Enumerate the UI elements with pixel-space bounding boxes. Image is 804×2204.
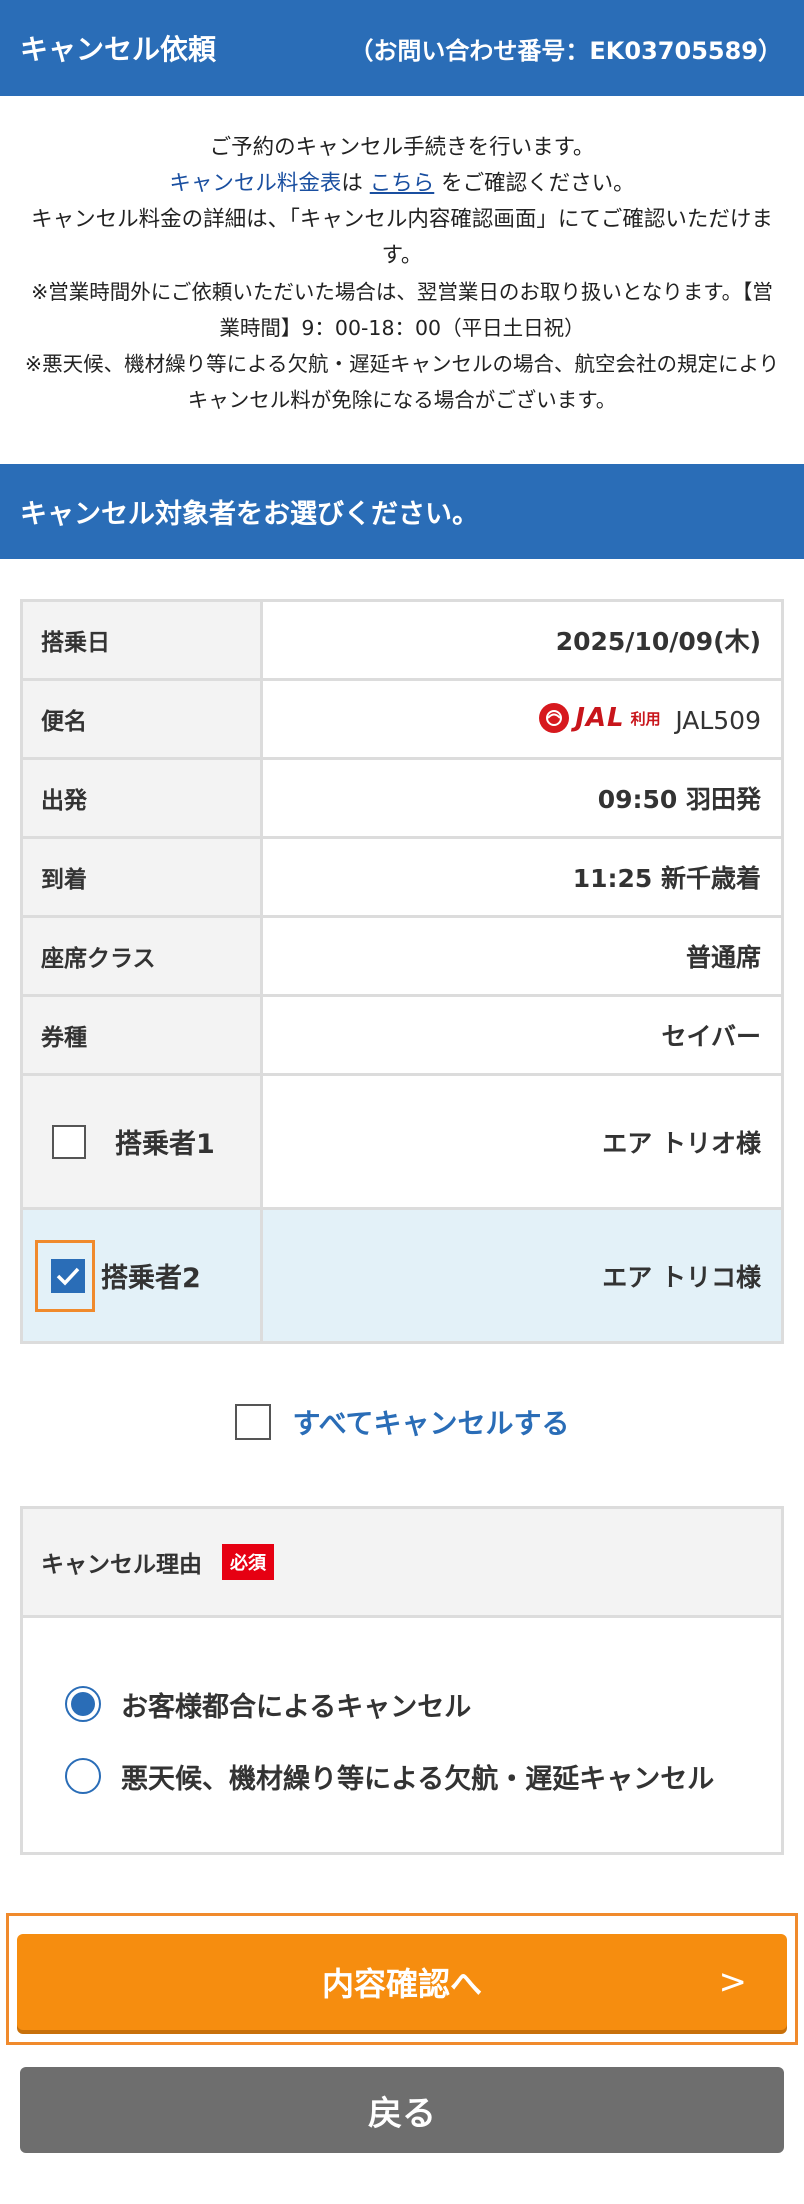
- notice-line-5: ※悪天候、機材繰り等による欠航・遅延キャンセルの場合、航空会社の規定によりキャン…: [24, 352, 780, 412]
- cancel-fee-table-label: キャンセル料金表: [169, 171, 342, 196]
- section-header: キャンセル対象者をお選びください。: [0, 464, 804, 559]
- seat-label: 座席クラス: [20, 915, 263, 997]
- passenger-2-cell: 搭乗者2: [20, 1207, 263, 1344]
- passenger-row-1[interactable]: 搭乗者1 エア トリオ様: [20, 1073, 784, 1210]
- reason-option-weather[interactable]: 悪天候、機材繰り等による欠航・遅延キャンセル: [65, 1757, 741, 1796]
- notice-line-2-suffix: をご確認ください。: [434, 171, 635, 196]
- arrive-label: 到着: [20, 836, 263, 918]
- reason-label-weather[interactable]: 悪天候、機材繰り等による欠航・遅延キャンセル: [121, 1757, 714, 1796]
- passenger-1-checkbox-wrap: [39, 1115, 93, 1169]
- notice-line-2-mid: は: [341, 171, 370, 196]
- date-label: 搭乗日: [20, 599, 263, 681]
- confirm-button-highlight: 内容確認へ >: [6, 1913, 798, 2045]
- passenger-1-name: エア トリオ様: [260, 1073, 784, 1210]
- header-bar: キャンセル依頼 （お問い合わせ番号：EK03705589）: [0, 0, 804, 96]
- depart-value: 09:50 羽田発: [260, 757, 784, 839]
- table-row: 座席クラス 普通席: [20, 915, 784, 997]
- passenger-2-checkbox-highlight: [35, 1239, 95, 1312]
- cancel-all-checkbox[interactable]: [234, 1404, 271, 1440]
- radio-selected-dot: [71, 1692, 95, 1716]
- confirm-button[interactable]: 内容確認へ >: [17, 1934, 787, 2030]
- cancel-all-label[interactable]: すべてキャンセルする: [293, 1402, 570, 1442]
- fare-value: セイバー: [260, 994, 784, 1076]
- notice-text: ご予約のキャンセル手続きを行います。 キャンセル料金表は こちら をご確認くださ…: [0, 96, 804, 456]
- notice-line-4: ※営業時間外にご依頼いただいた場合は、翌営業日のお取り扱いとなります。【営業時間…: [31, 280, 773, 340]
- cancel-reason-title: キャンセル理由: [41, 1552, 202, 1578]
- notice-line-3: キャンセル料金の詳細は、「キャンセル内容確認画面」にてご確認いただけます。: [31, 207, 773, 268]
- passenger-2-checkbox[interactable]: [51, 1258, 85, 1293]
- cancel-fee-link[interactable]: こちら: [370, 171, 435, 196]
- flight-info-table: 搭乗日 2025/10/09(木) 便名 JAL 利用 JAL509 出発 09…: [20, 599, 784, 1344]
- depart-label: 出発: [20, 757, 263, 839]
- table-row: 到着 11:25 新千歳着: [20, 836, 784, 918]
- arrive-value: 11:25 新千歳着: [260, 836, 784, 918]
- passenger-1-cell: 搭乗者1: [20, 1073, 263, 1210]
- flight-number: JAL509: [675, 706, 761, 735]
- passenger-row-2[interactable]: 搭乗者2 エア トリコ様: [20, 1207, 784, 1344]
- confirm-button-label: 内容確認へ: [321, 1965, 482, 2003]
- cancel-reason-options: お客様都合によるキャンセル 悪天候、機材繰り等による欠航・遅延キャンセル: [23, 1618, 781, 1852]
- jal-badge: JAL 利用: [539, 703, 666, 733]
- section-title: キャンセル対象者をお選びください。: [20, 499, 479, 530]
- flight-value-cell: JAL 利用 JAL509: [260, 678, 784, 760]
- cancel-all-option[interactable]: すべてキャンセルする: [0, 1402, 804, 1442]
- chevron-right-icon: >: [718, 1962, 748, 2002]
- reason-radio-customer[interactable]: [65, 1686, 101, 1722]
- page-title: キャンセル依頼: [20, 33, 217, 66]
- required-badge: 必須: [222, 1544, 274, 1580]
- seat-value: 普通席: [260, 915, 784, 997]
- table-row: 便名 JAL 利用 JAL509: [20, 678, 784, 760]
- reason-label-customer[interactable]: お客様都合によるキャンセル: [121, 1685, 471, 1724]
- passenger-2-name: エア トリコ様: [260, 1207, 784, 1344]
- reason-radio-weather[interactable]: [65, 1758, 101, 1794]
- checkmark-icon: [56, 1267, 80, 1286]
- flight-label: 便名: [20, 678, 263, 760]
- reason-option-customer[interactable]: お客様都合によるキャンセル: [65, 1685, 741, 1724]
- table-row: 券種 セイバー: [20, 994, 784, 1076]
- notice-line-2: キャンセル料金表は こちら をご確認ください。: [24, 166, 780, 202]
- inquiry-number: （お問い合わせ番号：EK03705589）: [349, 36, 782, 65]
- cancel-reason-header: キャンセル理由 必須: [23, 1509, 781, 1618]
- jal-crane-icon: [539, 703, 570, 733]
- back-button-label: 戻る: [368, 2093, 436, 2134]
- table-row: 出発 09:50 羽田発: [20, 757, 784, 839]
- date-value: 2025/10/09(木): [260, 599, 784, 681]
- notice-line-1: ご予約のキャンセル手続きを行います。: [209, 135, 595, 160]
- table-row: 搭乗日 2025/10/09(木): [20, 599, 784, 681]
- passenger-2-label: 搭乗者2: [101, 1263, 201, 1294]
- cancel-reason-box: キャンセル理由 必須 お客様都合によるキャンセル 悪天候、機材繰り等による欠航・…: [20, 1506, 784, 1855]
- passenger-1-checkbox[interactable]: [52, 1124, 86, 1159]
- jal-use-label: 利用: [630, 709, 661, 728]
- fare-label: 券種: [20, 994, 263, 1076]
- jal-logo-text: JAL: [575, 703, 625, 733]
- passenger-1-label: 搭乗者1: [115, 1129, 215, 1160]
- back-button[interactable]: 戻る: [20, 2067, 784, 2153]
